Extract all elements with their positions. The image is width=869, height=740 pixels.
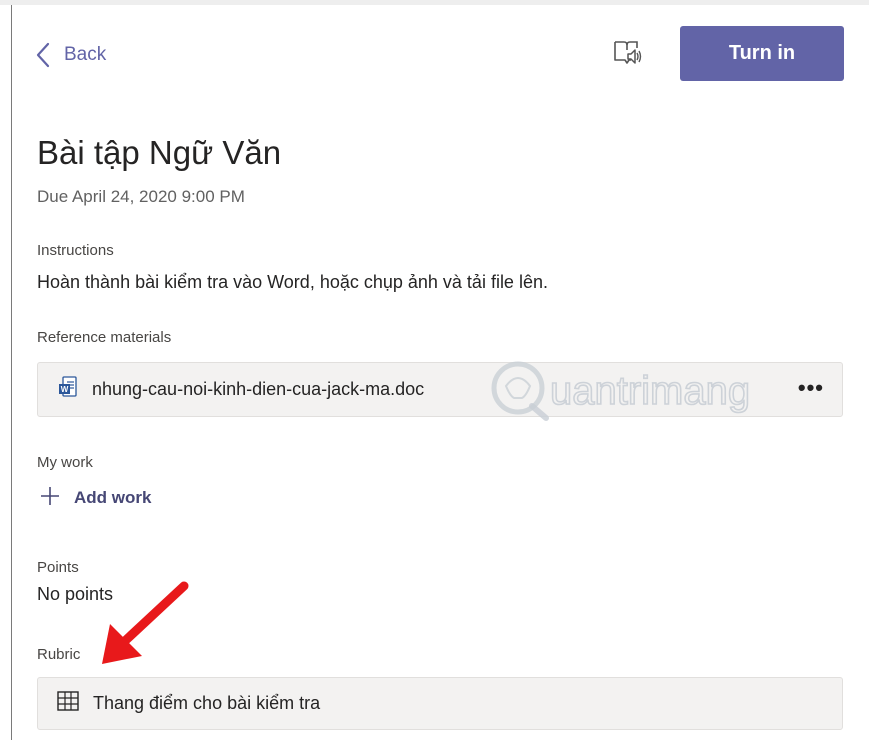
rubric-card[interactable]: Thang điểm cho bài kiểm tra bbox=[37, 677, 843, 730]
immersive-reader-icon bbox=[611, 36, 643, 73]
rubric-label: Rubric bbox=[37, 646, 81, 663]
word-doc-icon: W bbox=[58, 376, 78, 403]
chevron-left-icon bbox=[36, 42, 50, 68]
reference-file-card[interactable]: W nhung-cau-noi-kinh-dien-cua-jack-ma.do… bbox=[37, 362, 843, 417]
reference-materials-label: Reference materials bbox=[37, 329, 172, 346]
add-work-button[interactable]: Add work bbox=[40, 485, 151, 511]
add-work-label: Add work bbox=[74, 488, 152, 507]
reference-file-name[interactable]: nhung-cau-noi-kinh-dien-cua-jack-ma.doc bbox=[92, 379, 424, 400]
rubric-name: Thang điểm cho bài kiểm tra bbox=[93, 693, 321, 713]
svg-text:W: W bbox=[61, 385, 69, 394]
instructions-text: Hoàn thành bài kiểm tra vào Word, hoặc c… bbox=[37, 272, 548, 292]
more-options-button[interactable]: ••• bbox=[798, 377, 824, 399]
back-label: Back bbox=[64, 44, 107, 65]
instructions-label: Instructions bbox=[37, 242, 114, 259]
table-grid-icon bbox=[57, 691, 79, 716]
points-value: No points bbox=[37, 584, 114, 604]
immersive-reader-button[interactable] bbox=[609, 36, 645, 72]
top-strip bbox=[0, 0, 869, 5]
my-work-label: My work bbox=[37, 454, 93, 471]
points-label: Points bbox=[37, 559, 79, 576]
due-date: Due April 24, 2020 9:00 PM bbox=[37, 187, 245, 206]
turn-in-button[interactable]: Turn in bbox=[680, 26, 844, 81]
back-button[interactable]: Back bbox=[36, 38, 106, 72]
plus-icon bbox=[40, 486, 60, 511]
assignment-title: Bài tập Ngữ Văn bbox=[37, 134, 282, 171]
window-border bbox=[11, 5, 12, 740]
